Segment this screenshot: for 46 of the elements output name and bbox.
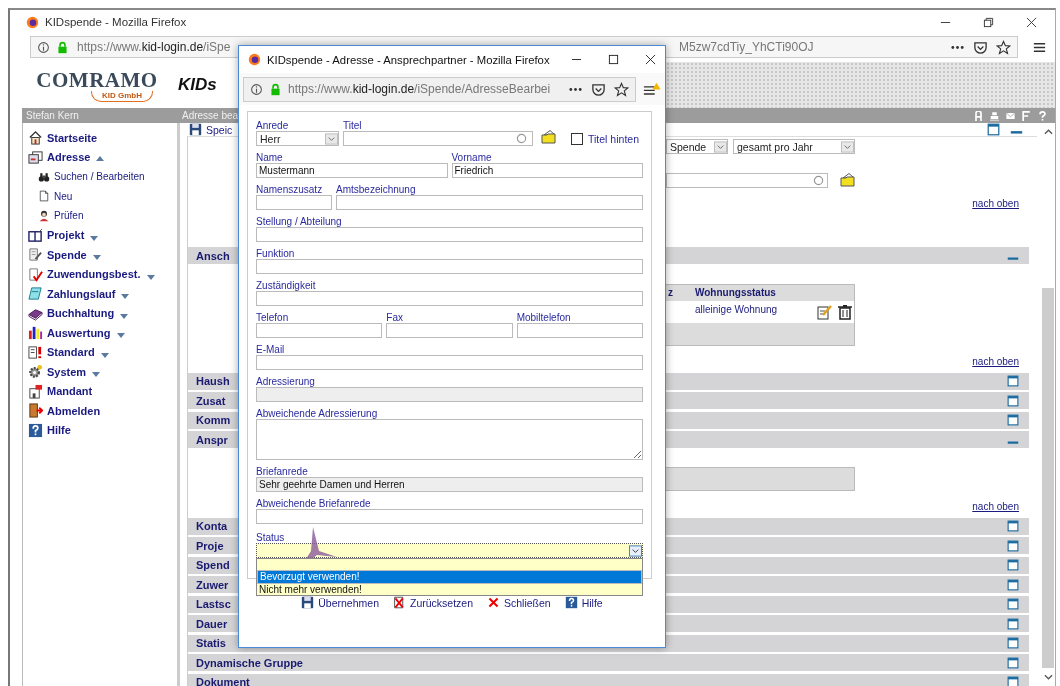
field-label: Vorname — [451, 152, 493, 163]
field-label: E-Mail — [256, 344, 286, 355]
field-label: Adressierung — [256, 376, 316, 387]
field-label: Abweichende Briefanrede — [256, 498, 372, 509]
field-label: Telefon — [256, 312, 290, 323]
section-title: Statis — [196, 637, 226, 649]
field-label: Stellung / Abteilung — [256, 216, 343, 227]
window-title: KIDspende - Adresse - Ansprechpartner - Mozilla Firefox — [267, 53, 550, 66]
field-label: Amtsbezeichnung — [336, 184, 417, 195]
logo-badge: KID GmbH — [91, 90, 153, 102]
checkbox-label: Titel hinten — [588, 133, 639, 145]
field-label: Name — [256, 152, 284, 163]
section-title: Dynamische Gruppe — [196, 656, 303, 669]
window-title: KIDspende - Mozilla Firefox — [45, 16, 187, 28]
field-label: Briefanrede — [256, 466, 309, 477]
field-label: Mobiltelefon — [516, 312, 572, 323]
field-label: Zuständigkeit — [256, 280, 317, 291]
section-title: Spend — [196, 559, 230, 571]
url-text: M5zw7cdTiy_YhCTi90OJ — [679, 40, 814, 54]
field-label: Namenszusatz — [256, 184, 324, 195]
field-label: Abweichende Adressierung — [256, 408, 379, 419]
section-title: Zuwer — [196, 578, 229, 591]
section-title: Dokument — [196, 676, 250, 686]
url-text: https://www.kid-login.de/iSpe — [77, 40, 231, 54]
section-title: Anspr — [196, 433, 228, 446]
section-title: Konta — [196, 520, 228, 532]
section-title: Zusat — [196, 394, 226, 407]
field-label: Fax — [386, 312, 404, 323]
url-text: https://www.kid-login.de/iSpende/AdresseBearbei — [288, 82, 551, 96]
section-title: Lastsc — [196, 598, 231, 610]
logo-text: COMRAMO — [36, 68, 158, 91]
user-name: Stefan Kern — [25, 110, 80, 121]
column-header: Wohnungsstatus — [695, 287, 776, 298]
section-title: Komm — [196, 414, 231, 426]
column-header: z — [667, 287, 674, 298]
section-title: Ansch — [196, 249, 230, 262]
field-label: Titel — [343, 120, 363, 131]
section-title: Haush — [196, 375, 230, 387]
section-title: Dauer — [196, 617, 228, 630]
field-label: Funktion — [256, 248, 296, 259]
brand-logo-text: KIDs — [178, 75, 218, 95]
field-label: Status — [256, 532, 286, 543]
field-label: Anrede — [256, 120, 290, 131]
page-title: Adresse bea — [182, 110, 239, 121]
table-cell-text: alleinige Wohnung — [695, 303, 779, 315]
section-title: Proje — [196, 539, 224, 552]
